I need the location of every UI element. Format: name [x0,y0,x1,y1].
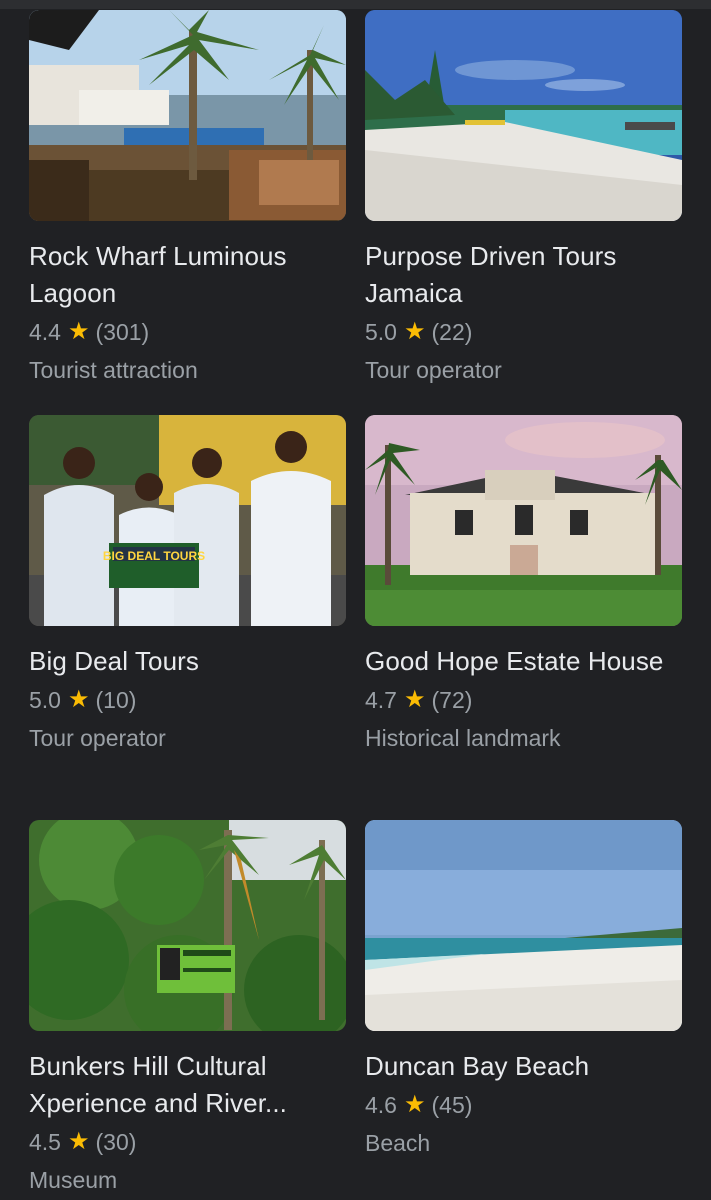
place-photo[interactable]: BIG DEAL TOURS [29,415,346,626]
jungle-sign-photo-icon [29,820,346,1031]
review-count: (10) [95,687,137,713]
rating-row: 4.6 ★ (45) [365,1086,682,1124]
place-title[interactable]: Big Deal Tours [29,643,346,680]
place-category: Tour operator [29,725,166,751]
place-category: Museum [29,1167,118,1193]
place-title[interactable]: Bunkers Hill Cultural Xperience and Rive… [29,1048,346,1122]
rating-value: 4.6 [365,1092,397,1118]
place-title[interactable]: Purpose Driven Tours Jamaica [365,238,682,312]
place-card-bunkers-hill[interactable]: Bunkers Hill Cultural Xperience and Rive… [29,820,346,1199]
rating-value: 5.0 [365,319,397,345]
tour-group-photo-icon: BIG DEAL TOURS [29,415,346,626]
rating-row: 4.4 ★ (301) [29,313,346,351]
place-category: Historical landmark [365,725,561,751]
estate-house-photo-icon [365,415,682,626]
star-icon: ★ [403,686,426,713]
place-photo[interactable] [29,820,346,1031]
place-category: Tour operator [365,357,502,383]
place-title[interactable]: Duncan Bay Beach [365,1048,682,1085]
place-title[interactable]: Good Hope Estate House [365,643,682,680]
review-count: (22) [431,319,473,345]
rating-value: 4.7 [365,687,397,713]
place-photo[interactable] [29,10,346,221]
star-icon: ★ [67,1128,90,1155]
lagoon-photo-icon [29,10,346,221]
star-icon: ★ [403,1091,426,1118]
rating-row: 5.0 ★ (10) [29,681,346,719]
top-strip [0,0,711,9]
star-icon: ★ [67,318,90,345]
review-count: (45) [431,1092,473,1118]
places-grid: Rock Wharf Luminous Lagoon 4.4 ★ (301) T… [29,10,682,1199]
beach-photo-icon [365,820,682,1031]
place-photo[interactable] [365,820,682,1031]
review-count: (72) [431,687,473,713]
review-count: (30) [95,1129,137,1155]
rating-row: 4.7 ★ (72) [365,681,682,719]
rating-value: 4.4 [29,319,61,345]
place-category: Beach [365,1130,431,1156]
place-card-rock-wharf[interactable]: Rock Wharf Luminous Lagoon 4.4 ★ (301) T… [29,10,346,415]
place-title[interactable]: Rock Wharf Luminous Lagoon [29,238,346,312]
rating-value: 4.5 [29,1129,61,1155]
place-photo[interactable] [365,415,682,626]
place-category: Tourist attraction [29,357,198,383]
rating-value: 5.0 [29,687,61,713]
place-card-duncan-bay[interactable]: Duncan Bay Beach 4.6 ★ (45) Beach [365,820,682,1199]
sign-text: BIG DEAL TOURS [103,549,205,563]
place-card-good-hope[interactable]: Good Hope Estate House 4.7 ★ (72) Histor… [365,415,682,820]
star-icon: ★ [403,318,426,345]
rating-row: 5.0 ★ (22) [365,313,682,351]
beach-photo-icon [365,10,682,221]
rating-row: 4.5 ★ (30) [29,1123,346,1161]
place-card-purpose-driven[interactable]: Purpose Driven Tours Jamaica 5.0 ★ (22) … [365,10,682,415]
review-count: (301) [95,319,150,345]
place-photo[interactable] [365,10,682,221]
star-icon: ★ [67,686,90,713]
place-card-big-deal-tours[interactable]: BIG DEAL TOURS Big Deal Tours 5.0 ★ (10)… [29,415,346,820]
